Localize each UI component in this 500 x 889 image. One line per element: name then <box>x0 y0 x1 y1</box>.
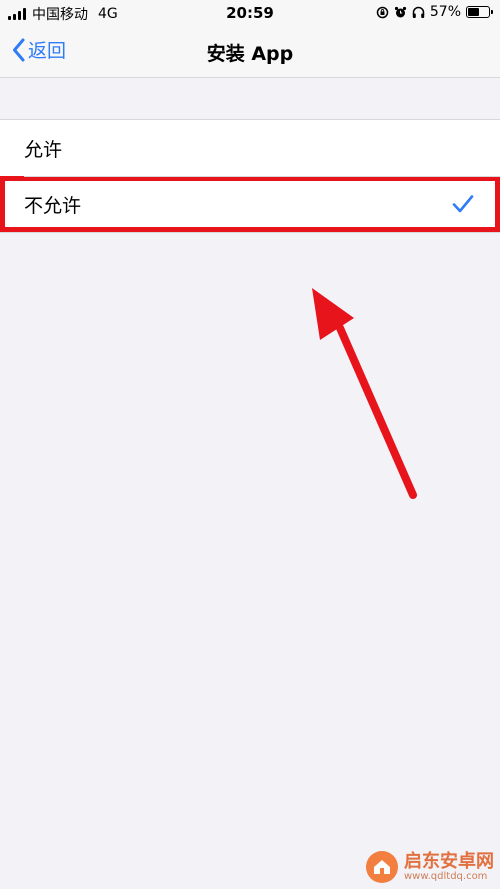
checkmark-icon <box>452 195 474 213</box>
screen: 中国移动 4G 20:59 57% 返回 安装 App 允许 不允许 启东安卓网… <box>0 0 500 889</box>
option-disallow[interactable]: 不允许 <box>0 176 500 232</box>
option-allow[interactable]: 允许 <box>0 120 500 176</box>
install-app-options-list: 允许 不允许 <box>0 119 500 233</box>
option-label: 不允许 <box>24 194 82 217</box>
nav-bar: 返回 安装 App <box>0 26 500 78</box>
annotation-arrow-icon <box>312 288 417 499</box>
watermark-logo <box>366 851 398 883</box>
watermark-text: 启东安卓网 www.qdltdq.com <box>404 850 494 883</box>
watermark: 启东安卓网 www.qdltdq.com <box>366 851 494 883</box>
watermark-name: 启东安卓网 <box>404 850 494 872</box>
watermark-url: www.qdltdq.com <box>404 871 488 883</box>
headphones-icon <box>412 6 425 18</box>
page-title: 安装 App <box>206 43 294 65</box>
option-label: 允许 <box>24 138 63 161</box>
battery-percent: 57% <box>429 4 461 20</box>
house-icon <box>374 860 390 874</box>
status-bar: 中国移动 4G 20:59 57% <box>0 0 500 26</box>
battery-fill <box>468 8 479 16</box>
orientation-lock-icon <box>376 6 389 18</box>
status-right: 57% <box>376 4 493 20</box>
alarm-icon <box>394 6 406 17</box>
battery-icon <box>466 6 493 18</box>
